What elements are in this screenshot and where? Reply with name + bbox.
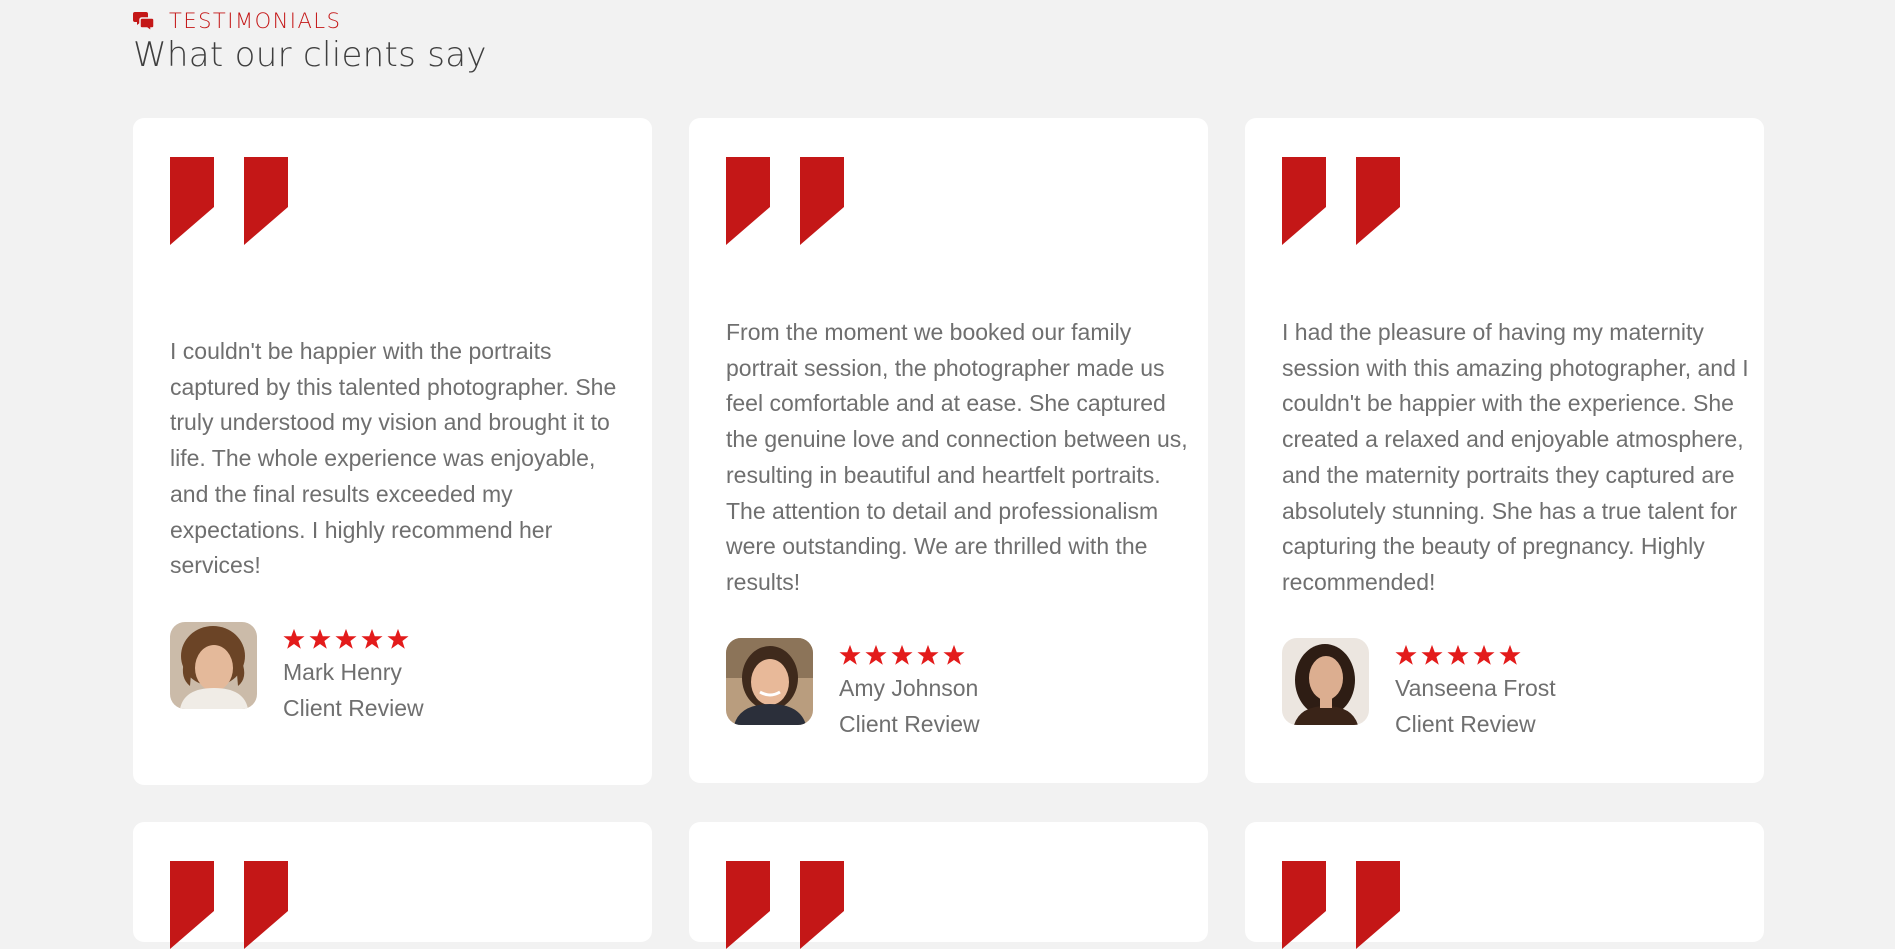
testimonial-card: I had the pleasure of having my maternit… [1245,118,1764,783]
star-icon [1473,644,1495,665]
testimonial-text: I couldn't be happier with the portraits… [170,338,617,579]
testimonial-author: Vanseena Frost Client Review [1282,638,1556,742]
testimonial-author: Mark Henry Client Review [170,622,424,726]
section-eyebrow-label: TESTIMONIALS [169,9,342,33]
star-icon [387,628,409,649]
testimonial-card: I couldn't be happier with the portraits… [133,118,652,785]
star-icon [335,628,357,649]
chat-bubbles-icon [133,12,155,31]
testimonial-card-partial [133,822,652,949]
section-title: What our clients say [133,35,487,75]
rating-stars [839,644,980,666]
testimonial-text: I had the pleasure of having my maternit… [1282,319,1749,595]
section-header: TESTIMONIALS What our clients say [133,9,487,75]
star-icon [1395,644,1417,665]
testimonial-author: Amy Johnson Client Review [726,638,980,742]
star-icon [1499,644,1521,665]
testimonial-text: From the moment we booked our family por… [726,319,1188,595]
author-name: Vanseena Frost [1395,675,1556,701]
author-role: Client Review [1395,711,1536,737]
testimonial-card-partial [1245,822,1764,949]
star-icon [361,628,383,649]
avatar [170,622,257,709]
author-name: Amy Johnson [839,675,979,701]
quote-mark-icon [1282,861,1400,949]
star-icon [865,644,887,665]
testimonial-card: From the moment we booked our family por… [689,118,1208,783]
rating-stars [1395,644,1556,666]
star-icon [1421,644,1443,665]
rating-stars [283,628,424,650]
quote-mark-icon [170,157,288,245]
quote-mark-icon [1282,157,1400,245]
star-icon [891,644,913,665]
testimonial-card-partial [689,822,1208,949]
star-icon [917,644,939,665]
author-role: Client Review [283,695,424,721]
avatar [1282,638,1369,725]
star-icon [839,644,861,665]
avatar [726,638,813,725]
author-name: Mark Henry [283,659,402,685]
quote-mark-icon [726,157,844,245]
author-role: Client Review [839,711,980,737]
star-icon [1447,644,1469,665]
star-icon [943,644,965,665]
quote-mark-icon [170,861,288,949]
quote-mark-icon [726,861,844,949]
section-eyebrow: TESTIMONIALS [133,9,487,33]
star-icon [309,628,331,649]
star-icon [283,628,305,649]
